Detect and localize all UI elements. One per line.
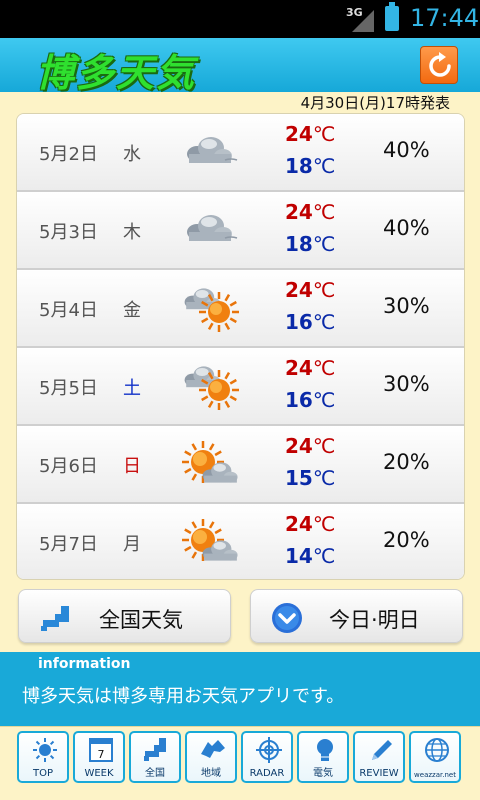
precipitation-probability: 40% — [383, 138, 430, 162]
forecast-row: 5月4日 金 24℃ 16℃ 30% — [17, 270, 464, 348]
information-message: 博多天気は博多専用お天気アプリです。 — [22, 686, 345, 707]
high-temperature: 24℃ — [285, 278, 336, 302]
nav-label: 電気 — [313, 768, 333, 779]
calendar-icon: 7 — [89, 738, 113, 762]
nav-label: WEEK — [84, 768, 114, 779]
nav-button-item-3[interactable]: 地域 — [185, 731, 237, 783]
nav-label: TOP — [32, 768, 53, 779]
nav-button-review[interactable]: REVIEW — [353, 731, 405, 783]
cloudy-icon — [187, 215, 238, 241]
refresh-icon — [429, 52, 451, 77]
high-temperature: 24℃ — [285, 512, 336, 536]
high-temperature: 24℃ — [285, 200, 336, 224]
status-bar: 3G 17:44 — [0, 0, 480, 38]
published-time: 4月30日(月)17時発表 — [300, 94, 450, 112]
precipitation-probability: 40% — [383, 216, 430, 240]
forecast-date: 5月6日 — [39, 456, 98, 477]
app-title: 博多天気 — [36, 51, 197, 95]
sunny-then-cloudy-icon — [182, 519, 238, 561]
forecast-row: 5月6日 日 24℃ 15℃ 20% — [17, 426, 464, 504]
sunny-then-cloudy-icon — [182, 441, 238, 483]
forecast-row: 5月7日 月 24℃ 14℃ 20% — [17, 504, 464, 579]
forecast-date: 5月2日 — [39, 144, 98, 165]
low-temperature: 14℃ — [285, 544, 336, 568]
nav-label: RADAR — [249, 768, 285, 779]
forecast-weekday: 月 — [123, 534, 141, 555]
nav-label: 地域 — [201, 768, 221, 779]
battery-icon — [385, 2, 399, 31]
low-temperature: 18℃ — [285, 154, 336, 178]
nav-label: REVIEW — [359, 768, 399, 779]
today-tomorrow-button[interactable]: 今日·明日 — [250, 589, 463, 643]
pencil-icon — [372, 740, 392, 760]
nav-button-radar[interactable]: RADAR — [241, 731, 293, 783]
nav-button-week[interactable]: 7 WEEK — [73, 731, 125, 783]
forecast-date: 5月7日 — [39, 534, 98, 555]
clock: 17:44 — [410, 4, 480, 32]
signal-icon — [352, 10, 374, 32]
japan-map-icon — [41, 606, 69, 631]
light-bulb-icon — [317, 739, 333, 761]
nav-label: 全国 — [145, 768, 165, 779]
information-title: information — [38, 656, 131, 672]
cloudy-then-sunny-icon — [184, 366, 239, 410]
low-temperature: 16℃ — [285, 310, 336, 334]
today-tomorrow-label: 今日·明日 — [329, 608, 420, 632]
japan-map-icon — [144, 738, 166, 761]
nav-button-top[interactable]: TOP — [17, 731, 69, 783]
forecast-weekday: 木 — [123, 222, 141, 243]
information-banner: information 博多天気は博多専用お天気アプリです。 — [0, 652, 480, 726]
forecast-weekday: 水 — [123, 144, 141, 165]
nav-button-weazzar-net[interactable]: weazzar.net — [409, 731, 461, 783]
refresh-button[interactable] — [420, 46, 458, 84]
sun-icon — [33, 738, 57, 762]
precipitation-probability: 20% — [383, 528, 430, 552]
nav-button-item-2[interactable]: 全国 — [129, 731, 181, 783]
hokkaido-map-icon — [201, 740, 225, 758]
low-temperature: 18℃ — [285, 232, 336, 256]
forecast-date: 5月5日 — [39, 378, 98, 399]
nationwide-weather-label: 全国天気 — [99, 608, 183, 632]
forecast-row: 5月3日 木 24℃ 18℃ 40% — [17, 192, 464, 270]
forecast-weekday: 金 — [123, 300, 141, 321]
forecast-date: 5月3日 — [39, 222, 98, 243]
app-header: 博多天気 — [0, 38, 480, 95]
forecast-row: 5月2日 水 24℃ 18℃ 40% — [17, 114, 464, 192]
calendar-badge: 7 — [98, 748, 105, 761]
nav-button-item-5[interactable]: 電気 — [297, 731, 349, 783]
bottom-nav: TOP 7 WEEK 全国 地域 RADAR 電気 REVIEW weazzar… — [0, 726, 480, 800]
forecast-weekday: 日 — [123, 456, 141, 477]
high-temperature: 24℃ — [285, 122, 336, 146]
forecast-date: 5月4日 — [39, 300, 98, 321]
precipitation-probability: 30% — [383, 294, 430, 318]
low-temperature: 15℃ — [285, 466, 336, 490]
high-temperature: 24℃ — [285, 356, 336, 380]
weekly-forecast-list: 5月2日 水 24℃ 18℃ 40% 5月3日 木 24℃ 18℃ 40% 5月… — [16, 113, 465, 580]
globe-icon — [425, 738, 449, 762]
cloudy-icon — [187, 137, 238, 163]
nav-label: weazzar.net — [414, 771, 456, 779]
crosshair-icon — [256, 737, 282, 763]
cloudy-then-sunny-icon — [184, 288, 239, 332]
high-temperature: 24℃ — [285, 434, 336, 458]
precipitation-probability: 30% — [383, 372, 430, 396]
nationwide-weather-button[interactable]: 全国天気 — [18, 589, 231, 643]
precipitation-probability: 20% — [383, 450, 430, 474]
chevron-down-icon — [272, 603, 302, 633]
forecast-weekday: 土 — [123, 378, 141, 399]
forecast-row: 5月5日 土 24℃ 16℃ 30% — [17, 348, 464, 426]
low-temperature: 16℃ — [285, 388, 336, 412]
